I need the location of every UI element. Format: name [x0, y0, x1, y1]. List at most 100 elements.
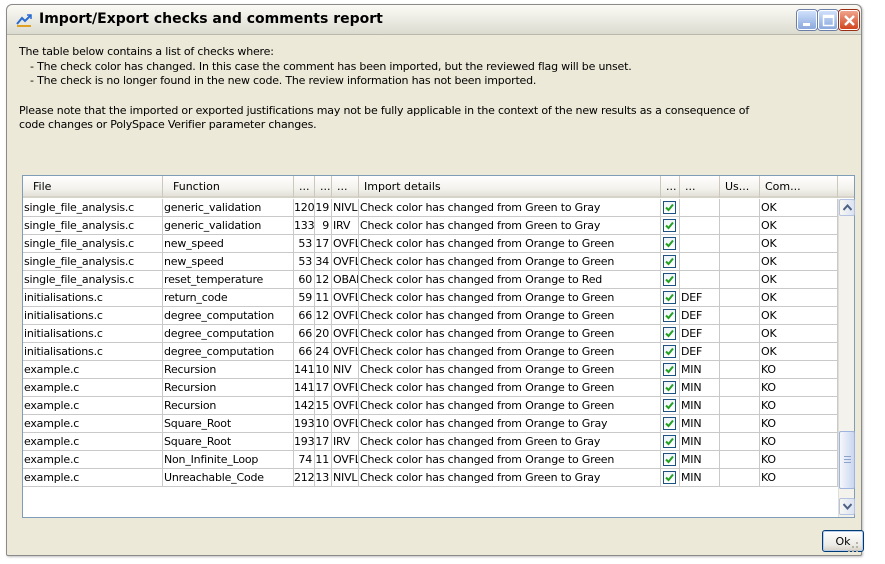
scroll-down-icon — [843, 503, 852, 510]
column-header-function[interactable]: Function — [163, 176, 294, 198]
cell-file: single_file_analysis.c — [23, 271, 163, 289]
scroll-down-button[interactable] — [839, 498, 855, 515]
column-header-file[interactable]: File — [23, 176, 163, 198]
reviewed-checkbox[interactable] — [663, 417, 676, 430]
cell-column: 17 — [315, 235, 332, 253]
scroll-thumb[interactable] — [839, 431, 855, 489]
cell-user — [720, 235, 760, 253]
column-header-check[interactable]: ... — [332, 176, 359, 198]
checkbox-checked-icon — [665, 473, 674, 482]
reviewed-checkbox[interactable] — [663, 255, 676, 268]
cell-user — [720, 325, 760, 343]
table-row[interactable]: single_file_analysis.c new_speed 53 17 OVFL C… — [23, 235, 838, 253]
description-note: Please note that the imported or exporte… — [19, 103, 750, 117]
column-header-status[interactable]: ... — [661, 176, 680, 198]
reviewed-checkbox[interactable] — [663, 291, 676, 304]
cell-classification: MIN — [680, 361, 720, 379]
checkbox-checked-icon — [665, 347, 674, 356]
cell-check: OVFL — [332, 253, 359, 271]
cell-classification — [680, 253, 720, 271]
cell-file: initialisations.c — [23, 307, 163, 325]
reviewed-checkbox[interactable] — [663, 345, 676, 358]
cell-import-details: Check color has changed from Orange to G… — [359, 307, 661, 325]
reviewed-checkbox[interactable] — [663, 381, 676, 394]
cell-file: initialisations.c — [23, 289, 163, 307]
maximize-button[interactable] — [818, 10, 838, 30]
reviewed-checkbox[interactable] — [663, 273, 676, 286]
cell-import-details: Check color has changed from Orange to G… — [359, 253, 661, 271]
cell-check: OVFL — [332, 415, 359, 433]
cell-comment: KO — [760, 433, 838, 451]
cell-user — [720, 451, 760, 469]
cell-check: OVFL — [332, 325, 359, 343]
reviewed-checkbox[interactable] — [663, 309, 676, 322]
scroll-up-button[interactable] — [839, 199, 855, 216]
resize-grip-icon[interactable] — [847, 541, 859, 553]
app-icon — [16, 14, 32, 27]
cell-checkbox — [661, 253, 680, 271]
cell-column: 17 — [315, 379, 332, 397]
table-row[interactable]: single_file_analysis.c generic_validation… — [23, 217, 838, 235]
cell-column: 11 — [315, 451, 332, 469]
cell-line: 120 — [294, 199, 315, 217]
minimize-icon — [803, 23, 810, 26]
reviewed-checkbox[interactable] — [663, 453, 676, 466]
cell-check: IRV — [332, 433, 359, 451]
column-header-col[interactable]: ... — [315, 176, 332, 198]
checks-table[interactable]: File Function......... Import details.....… — [22, 175, 855, 518]
column-header-import-details[interactable]: Import details — [359, 176, 661, 198]
minimize-button[interactable] — [797, 10, 817, 30]
table-row[interactable]: single_file_analysis.c generic_validation… — [23, 199, 838, 217]
reviewed-checkbox[interactable] — [663, 435, 676, 448]
cell-function: new_speed — [163, 235, 294, 253]
column-header-user[interactable]: Us... — [720, 176, 760, 198]
cell-check: OVFL — [332, 343, 359, 361]
cell-classification: MIN — [680, 451, 720, 469]
cell-function: Non_Infinite_Loop — [163, 451, 294, 469]
table-row[interactable]: initialisations.c degree_computation 66 20 O… — [23, 325, 838, 343]
close-button[interactable] — [839, 10, 859, 30]
reviewed-checkbox[interactable] — [663, 237, 676, 250]
cell-function: Square_Root — [163, 433, 294, 451]
column-header-comment[interactable]: Com... — [760, 176, 838, 198]
cell-file: example.c — [23, 415, 163, 433]
table-row[interactable]: example.c Recursion 142 15 OVFL Check color h… — [23, 397, 838, 415]
table-row[interactable]: example.c Recursion 141 10 NIV Check color ha… — [23, 361, 838, 379]
column-header-line[interactable]: ... — [294, 176, 315, 198]
table-row[interactable]: example.c Recursion 141 17 OVFL Check color h… — [23, 379, 838, 397]
table-row[interactable]: example.c Square_Root 193 10 OVFL Check color… — [23, 415, 838, 433]
table-row[interactable]: single_file_analysis.c new_speed 53 34 OVFL C… — [23, 253, 838, 271]
cell-line: 53 — [294, 253, 315, 271]
reviewed-checkbox[interactable] — [663, 327, 676, 340]
checkbox-checked-icon — [665, 293, 674, 302]
table-row[interactable]: initialisations.c degree_computation 66 12 O… — [23, 307, 838, 325]
table-row[interactable]: initialisations.c return_code 59 11 OVFL Chec… — [23, 289, 838, 307]
cell-import-details: Check color has changed from Green to Gr… — [359, 469, 661, 487]
checkbox-checked-icon — [665, 455, 674, 464]
cell-function: Unreachable_Code — [163, 469, 294, 487]
cell-user — [720, 289, 760, 307]
reviewed-checkbox[interactable] — [663, 363, 676, 376]
reviewed-checkbox[interactable] — [663, 219, 676, 232]
cell-checkbox — [661, 379, 680, 397]
checkbox-checked-icon — [665, 239, 674, 248]
cell-import-details: Check color has changed from Green to Gr… — [359, 433, 661, 451]
reviewed-checkbox[interactable] — [663, 471, 676, 484]
table-row[interactable]: single_file_analysis.c reset_temperature 6… — [23, 271, 838, 289]
cell-user — [720, 253, 760, 271]
column-header-classification[interactable]: ... — [680, 176, 720, 198]
title-bar[interactable]: Import/Export checks and comments report — [7, 5, 861, 35]
table-row[interactable]: example.c Unreachable_Code 212 13 NIVL Check … — [23, 469, 838, 487]
cell-check: IRV — [332, 217, 359, 235]
table-row[interactable]: example.c Square_Root 193 17 IRV Check color … — [23, 433, 838, 451]
cell-user — [720, 307, 760, 325]
vertical-scrollbar[interactable] — [838, 199, 855, 517]
table-row[interactable]: initialisations.c degree_computation 66 24 O… — [23, 343, 838, 361]
cell-function: generic_validation — [163, 199, 294, 217]
table-row[interactable]: example.c Non_Infinite_Loop 74 11 OVFL Check … — [23, 451, 838, 469]
reviewed-checkbox[interactable] — [663, 399, 676, 412]
cell-line: 53 — [294, 235, 315, 253]
checkbox-checked-icon — [665, 365, 674, 374]
reviewed-checkbox[interactable] — [663, 201, 676, 214]
cell-function: Recursion — [163, 397, 294, 415]
